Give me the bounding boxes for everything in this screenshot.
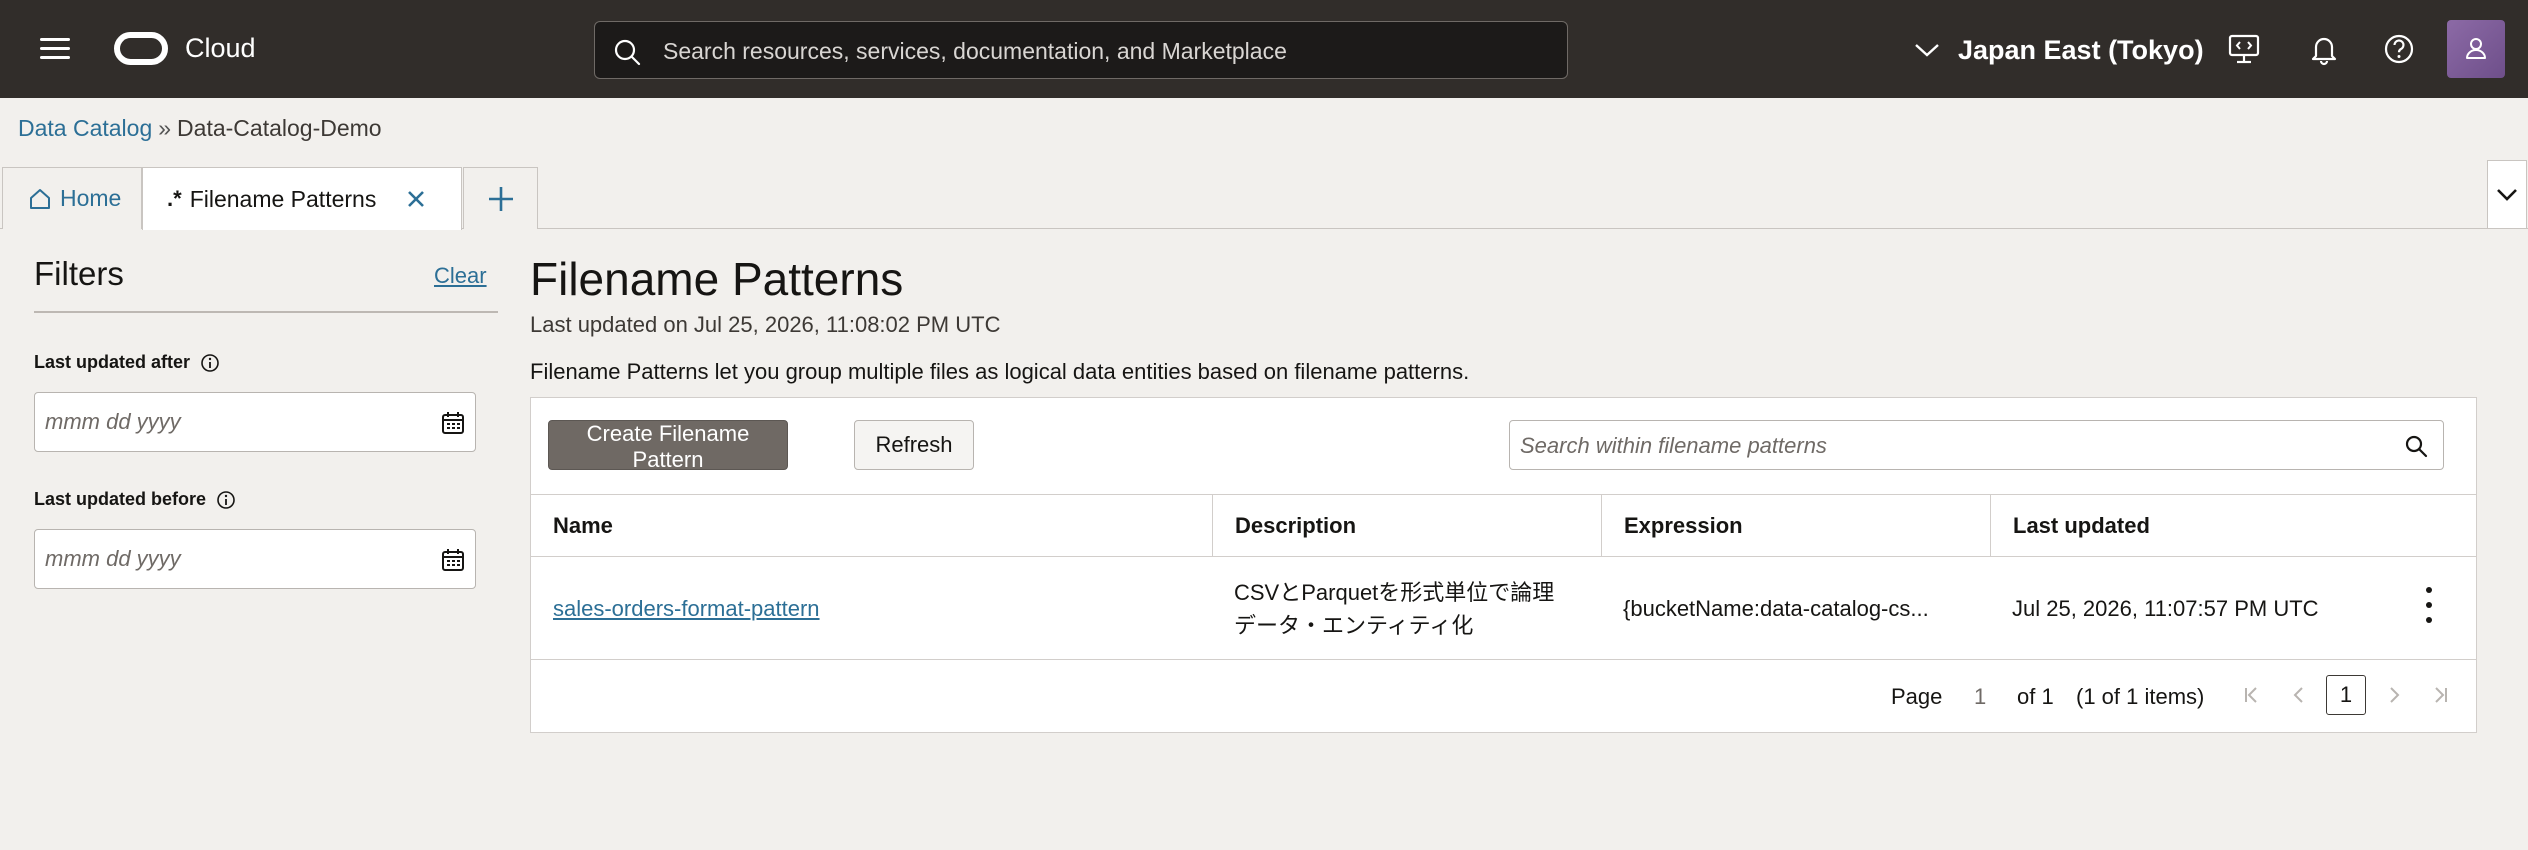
table-search-input[interactable]: [1520, 429, 2370, 463]
region-label: Japan East (Tokyo): [1958, 34, 2204, 65]
breadcrumb-current: Data-Catalog-Demo: [177, 115, 382, 141]
filters-panel: Filters Clear Last updated after Last up…: [34, 255, 498, 589]
table-header: Name Description Expression Last updated: [531, 494, 2476, 557]
last-updated-before-text: Last updated before: [34, 489, 207, 509]
page-description: Filename Patterns let you group multiple…: [530, 359, 1470, 384]
last-updated-after-text: Last updated after: [34, 352, 191, 372]
filename-patterns-panel: Create Filename Pattern Refresh Name Des…: [530, 397, 2477, 733]
description-line-2: データ・エンティティ化: [1234, 612, 1474, 638]
previous-page-icon[interactable]: [2288, 684, 2310, 706]
chevron-down-icon: [2497, 188, 2517, 201]
tab-filename-patterns-label: Filename Patterns: [189, 185, 377, 212]
help-icon[interactable]: [2382, 32, 2416, 66]
tab-overflow-button[interactable]: [2487, 160, 2527, 229]
regex-icon: .*: [167, 186, 182, 211]
first-page-icon[interactable]: [2241, 684, 2263, 706]
filters-title: Filters: [34, 255, 124, 292]
user-icon: [2466, 38, 2486, 59]
pagination: Page 1 of 1 (1 of 1 items) 1: [531, 660, 2476, 732]
calendar-icon[interactable]: [441, 548, 465, 572]
page-label: Page: [1891, 684, 1943, 709]
last-updated-after-field[interactable]: [34, 392, 476, 452]
pattern-name-link[interactable]: sales-orders-format-pattern: [553, 596, 820, 622]
tab-strip: Home .* Filename Patterns: [0, 167, 2528, 230]
tab-filename-patterns[interactable]: .* Filename Patterns: [142, 167, 462, 230]
last-updated-text: Last updated on Jul 25, 2026, 11:08:02 P…: [530, 312, 1001, 337]
home-icon: [30, 188, 50, 209]
notifications-bell-icon[interactable]: [2307, 32, 2341, 66]
page-number-input[interactable]: 1: [1974, 684, 1986, 710]
region-selector[interactable]: Japan East (Tokyo): [1914, 30, 2204, 70]
name-cell: sales-orders-format-pattern: [531, 557, 1212, 660]
clear-filters-link[interactable]: Clear: [434, 263, 487, 289]
column-header-last-updated[interactable]: Last updated: [1990, 495, 2476, 557]
table-search[interactable]: [1509, 420, 2444, 470]
refresh-button[interactable]: Refresh: [854, 420, 974, 470]
oracle-logo-icon[interactable]: [114, 32, 168, 65]
hamburger-menu-icon[interactable]: [40, 38, 70, 62]
top-bar: Cloud Japan East (Tokyo): [0, 0, 2528, 98]
breadcrumb: Data Catalog» Data-Catalog-Demo: [18, 115, 382, 142]
last-page-icon[interactable]: [2429, 684, 2451, 706]
column-header-description[interactable]: Description: [1212, 495, 1601, 557]
chevron-down-icon: [1915, 44, 1939, 57]
page-title: Filename Patterns: [530, 253, 904, 305]
expression-cell: {bucketName:data-catalog-cs...: [1623, 595, 1929, 621]
row-actions-menu-icon[interactable]: [2419, 587, 2439, 631]
next-page-icon[interactable]: [2383, 684, 2405, 706]
global-search[interactable]: [594, 21, 1568, 79]
tab-home-label: Home: [60, 185, 122, 211]
column-header-name[interactable]: Name: [531, 495, 1212, 557]
close-tab-icon[interactable]: [406, 189, 426, 209]
breadcrumb-separator: »: [158, 115, 172, 141]
last-updated-before-label: Last updated before: [34, 489, 236, 510]
column-header-expression[interactable]: Expression: [1601, 495, 1990, 557]
create-filename-pattern-button[interactable]: Create Filename Pattern: [548, 420, 788, 472]
breadcrumb-data-catalog[interactable]: Data Catalog: [18, 115, 152, 141]
last-updated-before-field[interactable]: [34, 529, 476, 589]
last-updated-after-input[interactable]: [45, 405, 405, 439]
info-icon[interactable]: [216, 490, 236, 510]
brand-name: Cloud: [185, 33, 256, 63]
global-search-input[interactable]: [663, 32, 1543, 70]
info-icon[interactable]: [200, 353, 220, 373]
search-icon[interactable]: [2404, 434, 2428, 458]
last-updated-cell: Jul 25, 2026, 11:07:57 PM UTC: [2012, 595, 2319, 621]
page-total: of 1: [2017, 684, 2054, 709]
current-page-button[interactable]: 1: [2326, 675, 2366, 715]
tab-home[interactable]: Home: [2, 167, 142, 229]
table-row: sales-orders-format-pattern CSVとParquetを…: [531, 557, 2476, 660]
last-updated-after-label: Last updated after: [34, 352, 220, 373]
add-tab-button[interactable]: [463, 167, 538, 229]
search-icon: [614, 39, 641, 66]
user-avatar[interactable]: [2447, 20, 2505, 78]
plus-icon: [488, 186, 513, 211]
developer-tools-icon[interactable]: [2227, 32, 2261, 66]
items-count: (1 of 1 items): [2076, 684, 2205, 709]
filters-divider: [34, 311, 498, 313]
description-line-1: CSVとParquetを形式単位で論理: [1234, 579, 1555, 605]
last-updated-before-input[interactable]: [45, 542, 405, 576]
description-cell: CSVとParquetを形式単位で論理 データ・エンティティ化: [1212, 557, 1601, 660]
calendar-icon[interactable]: [441, 411, 465, 435]
